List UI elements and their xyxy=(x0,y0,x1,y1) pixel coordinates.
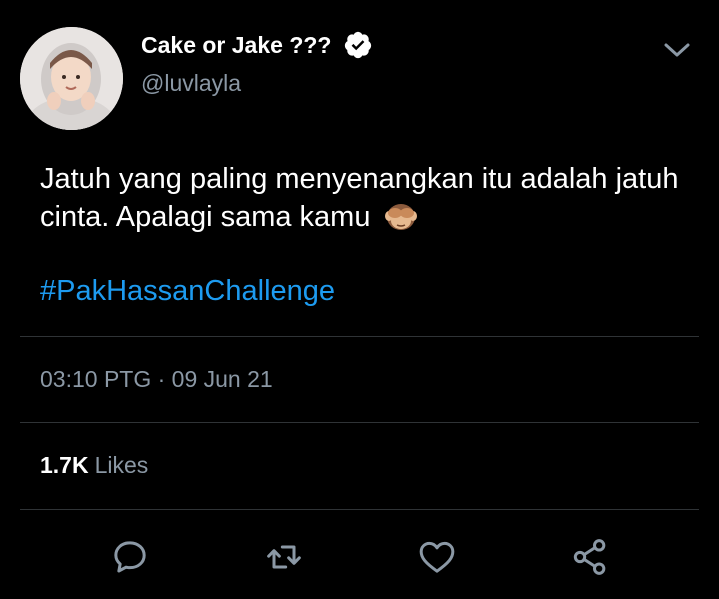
likes-count: 1.7K xyxy=(40,452,89,478)
share-button[interactable] xyxy=(567,536,613,582)
like-button[interactable] xyxy=(414,536,460,582)
hashtag-link[interactable]: #PakHassanChallenge xyxy=(40,275,335,308)
chevron-down-icon[interactable] xyxy=(662,38,692,62)
tweet-body: Jatuh yang paling menyenangkan itu adala… xyxy=(40,163,679,233)
retweet-icon xyxy=(264,537,304,582)
verified-badge-icon xyxy=(343,30,373,60)
author-handle[interactable]: @luvlayla xyxy=(141,70,241,97)
reply-icon xyxy=(110,537,150,582)
likes-stat[interactable]: 1.7K Likes xyxy=(40,452,148,479)
avatar[interactable] xyxy=(20,27,123,130)
tweet-text: Jatuh yang paling menyenangkan itu adala… xyxy=(40,160,690,236)
likes-label: Likes xyxy=(94,452,149,478)
divider xyxy=(20,509,699,510)
retweet-button[interactable] xyxy=(261,536,307,582)
share-icon xyxy=(570,537,610,582)
see-no-evil-monkey-icon xyxy=(383,200,419,232)
reply-button[interactable] xyxy=(107,536,153,582)
tweet-timestamp[interactable]: 03:10 PTG · 09 Jun 21 xyxy=(40,366,273,393)
like-icon xyxy=(417,537,457,582)
author-row: Cake or Jake ??? xyxy=(141,30,373,60)
author-name[interactable]: Cake or Jake ??? xyxy=(141,32,331,59)
divider xyxy=(20,336,699,337)
divider xyxy=(20,422,699,423)
